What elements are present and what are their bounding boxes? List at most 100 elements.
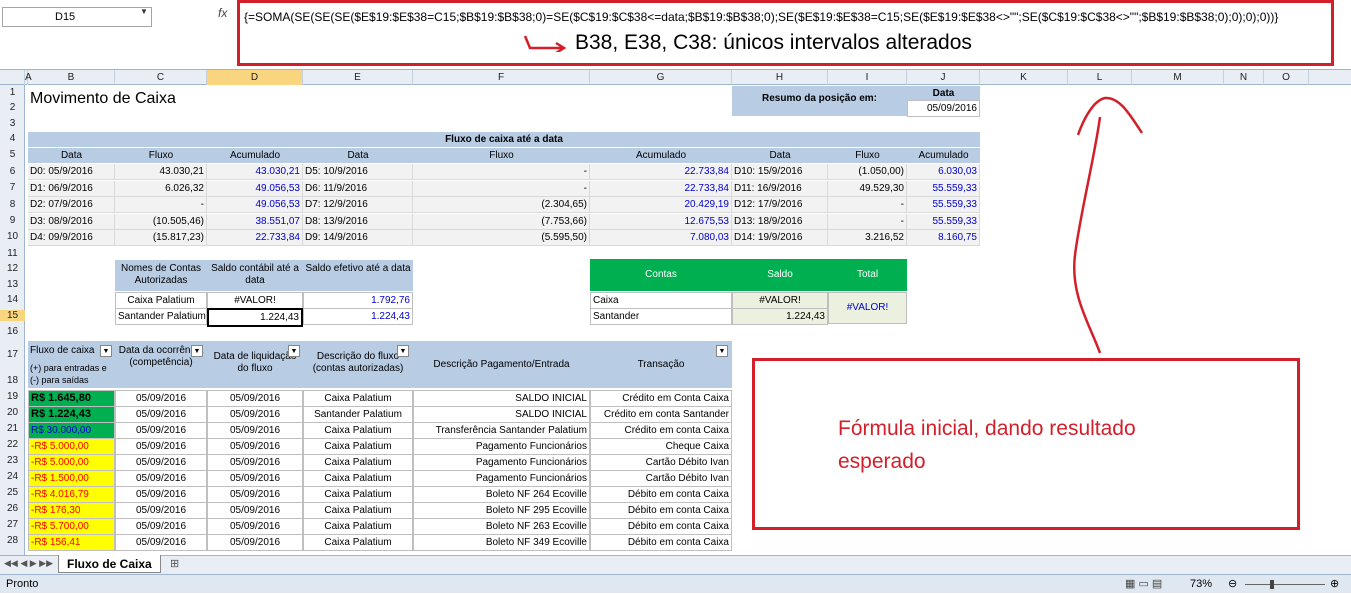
filter-dropdown-icon[interactable]: ▼ bbox=[191, 345, 203, 357]
data-value-cell[interactable]: 05/09/2016 bbox=[907, 100, 980, 117]
mov-cell[interactable]: Pagamento Funcionários bbox=[413, 438, 590, 455]
mov-cell[interactable]: Santander Palatium bbox=[303, 406, 413, 423]
view-icons[interactable]: ▦ ▭ ▤ bbox=[1125, 575, 1162, 594]
fluxo-cell[interactable]: (2.304,65) bbox=[413, 197, 590, 213]
fluxo-cell[interactable]: (15.817,23) bbox=[115, 230, 207, 246]
fluxo-cell[interactable]: D13: 18/9/2016 bbox=[732, 213, 828, 230]
row-header[interactable]: 13 bbox=[0, 279, 25, 290]
column-header[interactable]: E bbox=[303, 70, 413, 85]
mov-cell[interactable]: R$ 1.645,80 bbox=[28, 390, 115, 407]
filter-dropdown-icon[interactable]: ▼ bbox=[716, 345, 728, 357]
row-header[interactable]: 10 bbox=[0, 231, 25, 242]
mov-cell[interactable]: Caixa Palatium bbox=[303, 422, 413, 439]
fluxo-cell[interactable]: D10: 15/9/2016 bbox=[732, 164, 828, 180]
mov-cell[interactable]: -R$ 1.500,00 bbox=[28, 470, 115, 487]
fluxo-cell[interactable]: 49.529,30 bbox=[828, 180, 907, 197]
fluxo-cell[interactable]: 20.429,19 bbox=[590, 197, 732, 213]
fluxo-cell[interactable]: 3.216,52 bbox=[828, 230, 907, 246]
filter-dropdown-icon[interactable]: ▼ bbox=[100, 345, 112, 357]
fx-icon[interactable]: fx bbox=[218, 6, 227, 20]
fluxo-cell[interactable]: - bbox=[828, 197, 907, 213]
column-header[interactable]: H bbox=[732, 70, 828, 85]
column-header[interactable]: F bbox=[413, 70, 590, 85]
row-header[interactable]: 20 bbox=[0, 407, 25, 418]
fluxo-cell[interactable]: - bbox=[828, 213, 907, 230]
name-box[interactable]: D15 bbox=[2, 7, 152, 27]
mov-cell[interactable]: -R$ 4.016,79 bbox=[28, 486, 115, 503]
mov-cell[interactable]: 05/09/2016 bbox=[115, 390, 207, 407]
active-cell-d15[interactable]: 1.224,43 bbox=[207, 308, 303, 327]
mov-cell[interactable]: 05/09/2016 bbox=[115, 406, 207, 423]
mov-cell[interactable]: Cheque Caixa bbox=[590, 438, 732, 455]
saldo-efetivo-cell[interactable]: 1.792,76 bbox=[303, 292, 413, 309]
mov-cell[interactable]: -R$ 5.700,00 bbox=[28, 518, 115, 535]
column-header[interactable]: D bbox=[207, 70, 303, 85]
mov-cell[interactable]: 05/09/2016 bbox=[115, 454, 207, 471]
green-conta-cell[interactable]: Santander bbox=[590, 308, 732, 325]
column-header[interactable]: B bbox=[28, 70, 115, 85]
saldo-contabil-cell[interactable]: #VALOR! bbox=[207, 292, 303, 309]
mov-cell[interactable]: -R$ 5.000,00 bbox=[28, 454, 115, 471]
row-header[interactable]: 1 bbox=[0, 87, 25, 98]
row-header[interactable]: 2 bbox=[0, 102, 25, 113]
mov-cell[interactable]: 05/09/2016 bbox=[207, 438, 303, 455]
fluxo-cell[interactable]: D9: 14/9/2016 bbox=[303, 230, 413, 246]
mov-cell[interactable]: 05/09/2016 bbox=[207, 486, 303, 503]
filter-dropdown-icon[interactable]: ▼ bbox=[397, 345, 409, 357]
fluxo-cell[interactable]: D11: 16/9/2016 bbox=[732, 180, 828, 197]
mov-cell[interactable]: 05/09/2016 bbox=[207, 406, 303, 423]
mov-cell[interactable]: Cartão Débito Ivan bbox=[590, 470, 732, 487]
mov-cell[interactable]: Transferência Santander Palatium bbox=[413, 422, 590, 439]
mov-cell[interactable]: SALDO INICIAL bbox=[413, 406, 590, 423]
fluxo-cell[interactable]: D8: 13/9/2016 bbox=[303, 213, 413, 230]
mov-cell[interactable]: Caixa Palatium bbox=[303, 454, 413, 471]
fluxo-cell[interactable]: 55.559,33 bbox=[907, 213, 980, 230]
mov-cell[interactable]: 05/09/2016 bbox=[115, 518, 207, 535]
fluxo-cell[interactable]: - bbox=[413, 180, 590, 197]
saldo-efetivo-cell[interactable]: 1.224,43 bbox=[303, 308, 413, 325]
row-header[interactable]: 22 bbox=[0, 439, 25, 450]
fluxo-cell[interactable]: D4: 09/9/2016 bbox=[28, 230, 115, 246]
mov-cell[interactable]: Cartão Débito Ivan bbox=[590, 454, 732, 471]
row-header[interactable]: 21 bbox=[0, 423, 25, 434]
mov-cell[interactable]: Caixa Palatium bbox=[303, 486, 413, 503]
mov-cell[interactable]: 05/09/2016 bbox=[115, 486, 207, 503]
mov-cell[interactable]: Boleto NF 295 Ecoville bbox=[413, 502, 590, 519]
row-header[interactable]: 7 bbox=[0, 182, 25, 193]
mov-cell[interactable]: 05/09/2016 bbox=[115, 470, 207, 487]
fluxo-cell[interactable]: 12.675,53 bbox=[590, 213, 732, 230]
fluxo-cell[interactable]: 49.056,53 bbox=[207, 197, 303, 213]
mov-cell[interactable]: Caixa Palatium bbox=[303, 470, 413, 487]
mov-cell[interactable]: Crédito em conta Caixa bbox=[590, 422, 732, 439]
mov-cell[interactable]: 05/09/2016 bbox=[115, 502, 207, 519]
fluxo-cell[interactable]: (10.505,46) bbox=[115, 213, 207, 230]
column-header[interactable]: J bbox=[907, 70, 980, 85]
mov-cell[interactable]: Débito em conta Caixa bbox=[590, 518, 732, 535]
mov-cell[interactable]: R$ 30.000,00 bbox=[28, 422, 115, 439]
fluxo-cell[interactable]: D12: 17/9/2016 bbox=[732, 197, 828, 213]
row-header[interactable]: 12 bbox=[0, 263, 25, 274]
mov-cell[interactable]: Crédito em Conta Caixa bbox=[590, 390, 732, 407]
fluxo-cell[interactable]: 49.056,53 bbox=[207, 180, 303, 197]
row-header[interactable]: 17 bbox=[0, 349, 25, 360]
fluxo-cell[interactable]: 8.160,75 bbox=[907, 230, 980, 246]
fluxo-cell[interactable]: (7.753,66) bbox=[413, 213, 590, 230]
column-header[interactable]: M bbox=[1132, 70, 1224, 85]
column-header[interactable]: G bbox=[590, 70, 732, 85]
fluxo-cell[interactable]: (5.595,50) bbox=[413, 230, 590, 246]
mov-cell[interactable]: Caixa Palatium bbox=[303, 534, 413, 551]
row-header[interactable]: 16 bbox=[0, 326, 25, 337]
row-header[interactable]: 25 bbox=[0, 487, 25, 498]
mov-cell[interactable]: Pagamento Funcionários bbox=[413, 470, 590, 487]
row-header[interactable]: 8 bbox=[0, 199, 25, 210]
zoom-level[interactable]: 73% bbox=[1190, 575, 1212, 594]
mov-cell[interactable]: -R$ 176,30 bbox=[28, 502, 115, 519]
fluxo-cell[interactable]: 43.030,21 bbox=[115, 164, 207, 180]
mov-cell[interactable]: 05/09/2016 bbox=[115, 438, 207, 455]
mov-cell[interactable]: 05/09/2016 bbox=[115, 534, 207, 551]
fluxo-cell[interactable]: 6.026,32 bbox=[115, 180, 207, 197]
mov-cell[interactable]: 05/09/2016 bbox=[207, 454, 303, 471]
mov-cell[interactable]: Débito em conta Caixa bbox=[590, 486, 732, 503]
row-header[interactable]: 19 bbox=[0, 391, 25, 402]
fluxo-cell[interactable]: D1: 06/9/2016 bbox=[28, 180, 115, 197]
